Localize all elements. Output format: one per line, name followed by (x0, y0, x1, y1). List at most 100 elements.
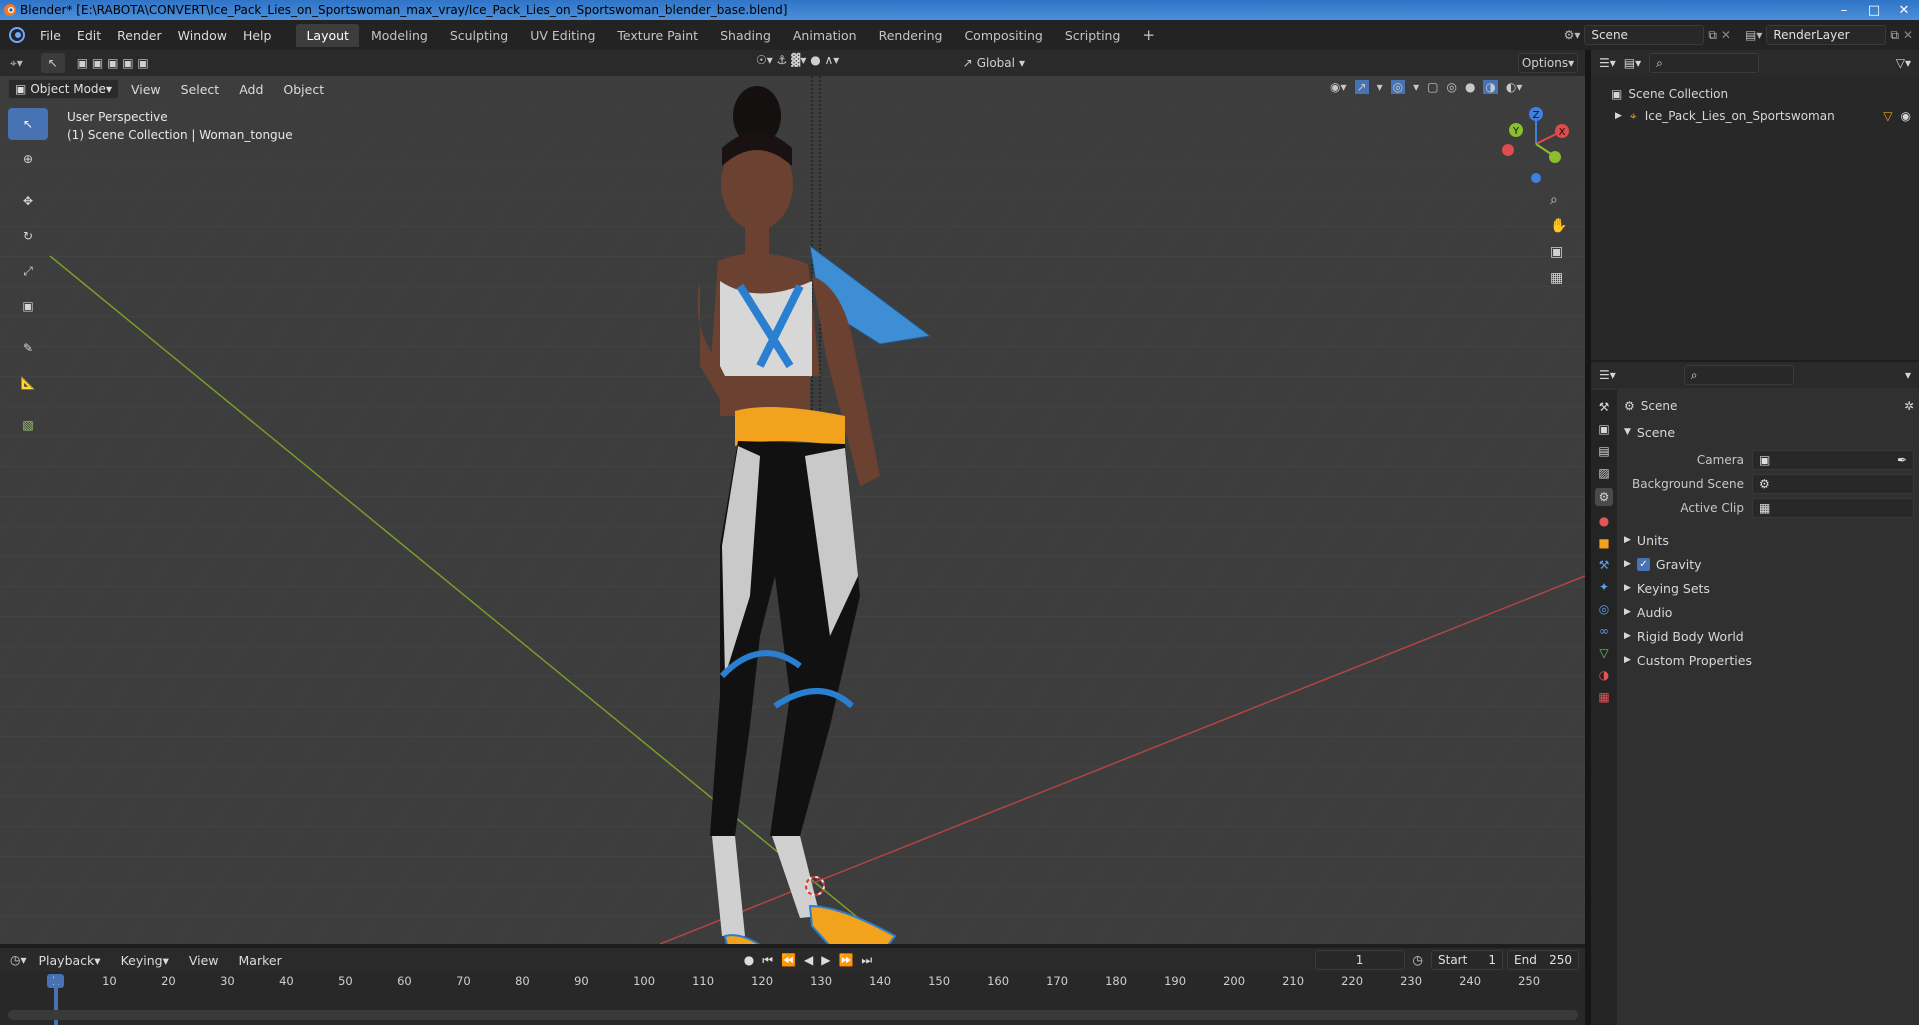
modifier-tab-icon[interactable]: ⚒ (1599, 558, 1610, 572)
mode-dropdown[interactable]: ▣ Object Mode ▾ (8, 79, 119, 99)
menu-file[interactable]: File (32, 28, 69, 43)
maximize-button[interactable]: □ (1859, 0, 1889, 20)
timeline-menu-keying[interactable]: Keying▾ (113, 953, 177, 968)
shading-material-icon[interactable]: ◑ (1483, 80, 1498, 94)
xray-icon[interactable]: ▢ (1427, 80, 1438, 94)
constraints-tab-icon[interactable]: ∞ (1599, 624, 1609, 638)
active-clip-field[interactable]: ▦ (1752, 498, 1914, 518)
menu-render[interactable]: Render (109, 28, 170, 43)
tab-modeling[interactable]: Modeling (361, 24, 438, 47)
units-panel-header[interactable]: ▶ Units (1624, 528, 1914, 552)
end-frame-field[interactable]: End 250 (1507, 950, 1579, 970)
timeline-editor-icon[interactable]: ◷▾ (10, 953, 27, 967)
view-layer-tab-icon[interactable]: ▨ (1598, 466, 1609, 480)
frame-ruler[interactable]: 1102030405060708090100110120130140150160… (0, 972, 1585, 992)
data-tab-icon[interactable]: ▽ (1599, 646, 1608, 660)
start-frame-field[interactable]: Start 1 (1431, 950, 1503, 970)
keying-sets-panel-header[interactable]: ▶ Keying Sets (1624, 576, 1914, 600)
minimize-button[interactable]: – (1829, 0, 1859, 20)
timeline-menu-view[interactable]: View (181, 953, 227, 968)
chevron-down-icon[interactable]: ▾ (1905, 368, 1911, 382)
object-tab-icon[interactable]: ■ (1598, 536, 1609, 550)
outliner-editor-icon[interactable]: ☰▾ (1599, 56, 1616, 70)
camera-view-icon[interactable]: ▣ (1550, 244, 1567, 260)
3d-viewport[interactable]: ▣ Object Mode ▾ View Select Add Object ◉▾ … (0, 76, 1585, 944)
timeline-menu-playback[interactable]: Playback▾ (31, 953, 109, 968)
copy-layer-icon[interactable]: ⧉ (1890, 28, 1899, 43)
pin-icon[interactable]: ✲ (1904, 399, 1914, 413)
custom-properties-panel-header[interactable]: ▶ Custom Properties (1624, 648, 1914, 672)
scene-field[interactable]: Scene (1584, 25, 1705, 45)
gravity-checkbox[interactable]: ✓ (1636, 557, 1650, 571)
tab-uv-editing[interactable]: UV Editing (520, 24, 605, 47)
viewport-menu-object[interactable]: Object (275, 82, 332, 97)
viewport-menu-view[interactable]: View (123, 82, 169, 97)
play-icon[interactable]: ▶ (821, 953, 830, 968)
timeline-menu-marker[interactable]: Marker (231, 953, 290, 968)
tab-shading[interactable]: Shading (710, 24, 781, 47)
rigid-body-world-panel-header[interactable]: ▶ Rigid Body World (1624, 624, 1914, 648)
copy-scene-icon[interactable]: ⧉ (1708, 28, 1717, 43)
play-reverse-icon[interactable]: ◀ (804, 953, 813, 968)
particles-tab-icon[interactable]: ✦ (1599, 580, 1609, 594)
scene-tab-icon[interactable]: ⚙ (1594, 488, 1614, 506)
viewport-overlay-icons[interactable]: ◉▾ ↗ ▾ ◎ ▾ ▢ ◎ ● ◑ ◐▾ (1330, 80, 1522, 94)
menu-edit[interactable]: Edit (69, 28, 109, 43)
timeline-scrollbar[interactable] (8, 1010, 1578, 1020)
menu-help[interactable]: Help (235, 28, 280, 43)
rotate-tool[interactable]: ↻ (8, 220, 48, 252)
material-tab-icon[interactable]: ◑ (1599, 668, 1609, 682)
overlay-icon[interactable]: ◎ (1390, 80, 1406, 94)
navigation-gizmo[interactable]: Z X Y (1496, 104, 1576, 184)
properties-editor-icon[interactable]: ☰▾ (1599, 368, 1616, 382)
texture-tab-icon[interactable]: ▦ (1598, 690, 1609, 704)
annotate-tool[interactable]: ✎ (8, 332, 48, 364)
tab-layout[interactable]: Layout (296, 23, 359, 47)
stopwatch-icon[interactable]: ◷ (1413, 953, 1423, 967)
viewport-menu-select[interactable]: Select (173, 82, 228, 97)
tool-tab-icon[interactable]: ⚒ (1599, 400, 1610, 414)
blender-menu-icon[interactable] (8, 26, 26, 44)
camera-field[interactable]: ▣ ✒ (1752, 450, 1914, 470)
ortho-grid-icon[interactable]: ▦ (1550, 270, 1567, 286)
list-item[interactable]: ▶ ⌖ Ice_Pack_Lies_on_Sportswoman ▽ ◉ (1591, 106, 1919, 126)
outliner-root[interactable]: ▣ Scene Collection (1591, 82, 1919, 106)
shading-wireframe-icon[interactable]: ◎ (1446, 80, 1456, 94)
physics-tab-icon[interactable]: ◎ (1599, 602, 1609, 616)
pan-hand-icon[interactable]: ✋ (1550, 218, 1567, 234)
shading-rendered-icon[interactable]: ◐▾ (1506, 80, 1523, 94)
record-icon[interactable]: ● (744, 953, 754, 968)
render-tab-icon[interactable]: ▣ (1598, 422, 1609, 436)
add-workspace-button[interactable]: + (1132, 22, 1165, 48)
background-scene-field[interactable]: ⚙ (1752, 474, 1914, 494)
scene-panel-header[interactable]: ▼ Scene (1624, 420, 1914, 444)
expand-arrow-icon[interactable]: ▶ (1615, 111, 1622, 121)
audio-panel-header[interactable]: ▶ Audio (1624, 600, 1914, 624)
menu-window[interactable]: Window (170, 28, 235, 43)
visibility-icon[interactable]: ◉▾ (1330, 80, 1347, 94)
eye-icon[interactable]: ◉ (1901, 109, 1911, 123)
editor-type-icon[interactable]: ⌖▾ (10, 56, 23, 71)
next-keyframe-icon[interactable]: ⏩ (838, 953, 853, 968)
pivot-snap-icons[interactable]: ☉▾ ⚓ ▓▾ ● ∧▾ (756, 53, 839, 67)
renderlayer-field[interactable]: RenderLayer (1766, 25, 1887, 45)
prev-keyframe-icon[interactable]: ⏪ (781, 953, 796, 968)
cursor-tool[interactable]: ⊕ (8, 143, 48, 175)
scale-tool[interactable]: ⤢ (8, 255, 48, 287)
measure-tool[interactable]: 📐 (8, 367, 48, 399)
move-tool[interactable]: ✥ (8, 185, 48, 217)
display-mode-icon[interactable]: ▤▾ (1624, 56, 1641, 70)
selection-mode-icons[interactable]: ▣ ▣ ▣ ▣ ▣ (77, 56, 149, 70)
properties-search-input[interactable]: ⌕ (1683, 365, 1794, 385)
tab-scripting[interactable]: Scripting (1055, 24, 1131, 47)
viewport-menu-add[interactable]: Add (231, 82, 271, 97)
tab-rendering[interactable]: Rendering (869, 24, 953, 47)
select-box-tool[interactable]: ↖ (8, 108, 48, 140)
gizmo-icon[interactable]: ↗ (1354, 80, 1369, 94)
transform-tool[interactable]: ▣ (8, 290, 48, 322)
tab-texture-paint[interactable]: Texture Paint (607, 24, 708, 47)
remove-scene-icon[interactable]: ✕ (1721, 28, 1731, 42)
remove-layer-icon[interactable]: ✕ (1903, 28, 1913, 42)
outliner-search-input[interactable]: ⌕ (1649, 53, 1760, 73)
close-button[interactable]: ✕ (1889, 0, 1919, 20)
